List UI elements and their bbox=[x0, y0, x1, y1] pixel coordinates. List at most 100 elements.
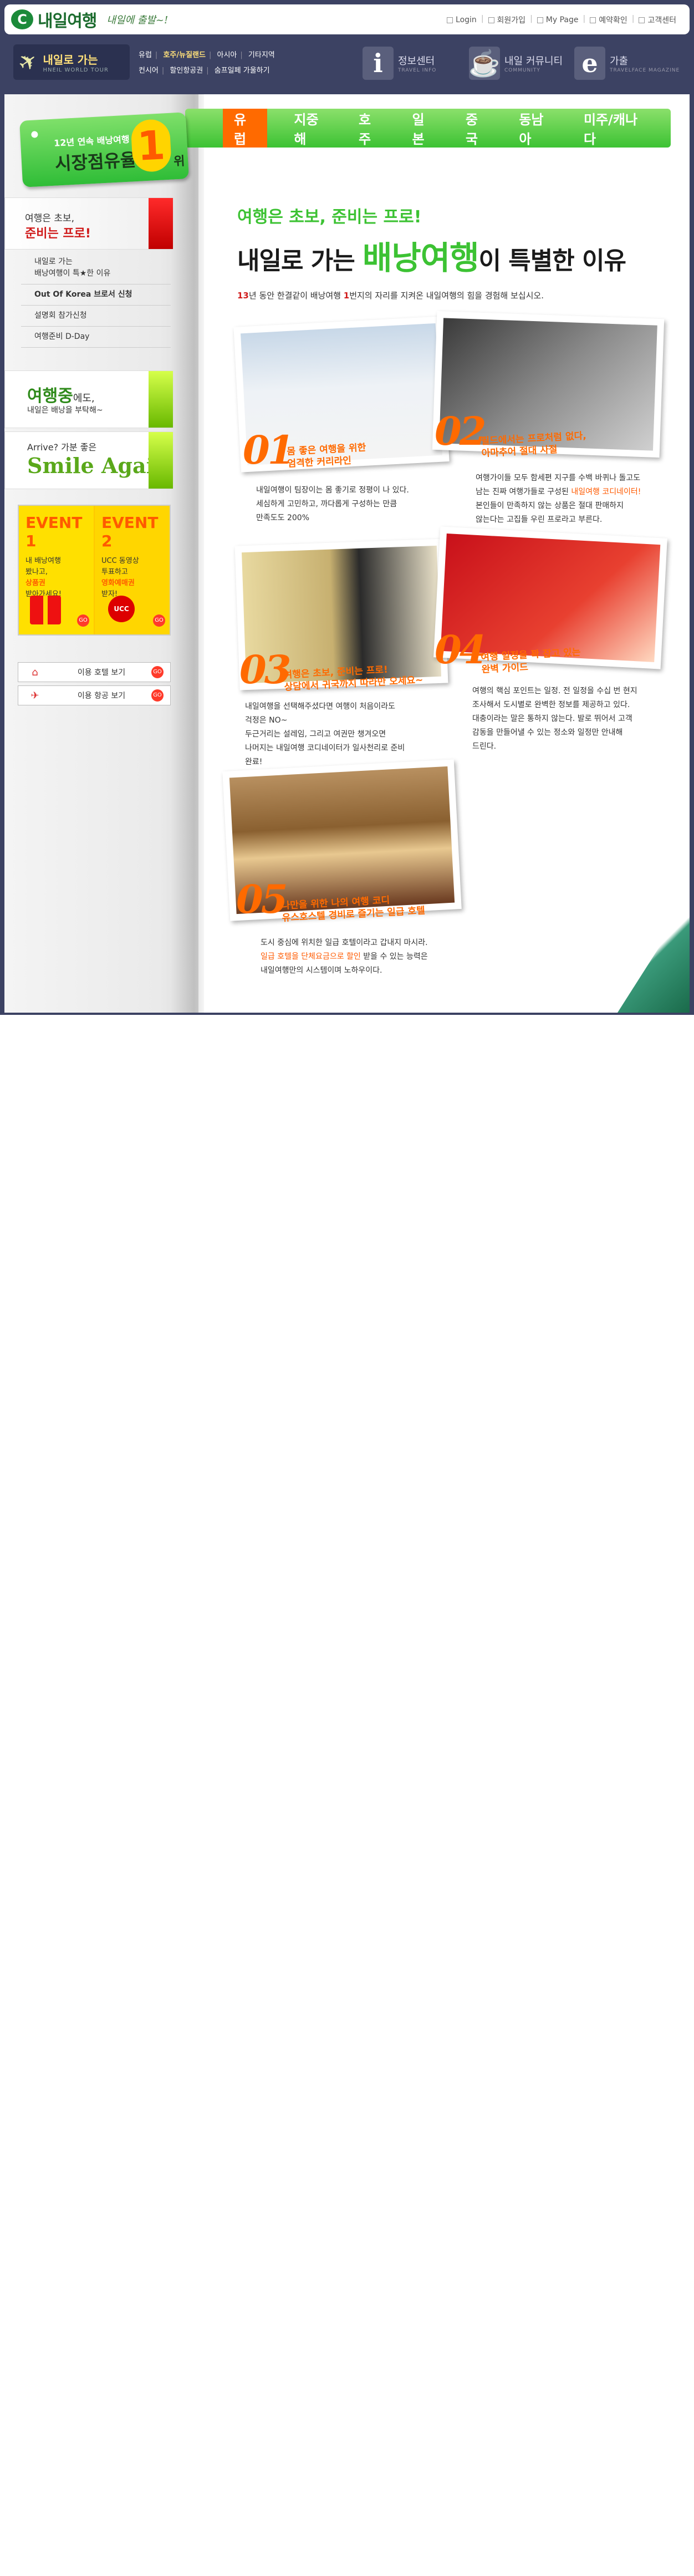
go-arrow-icon[interactable]: GO bbox=[77, 614, 89, 627]
desc-highlight: 내일여행 코디네이터! bbox=[571, 487, 641, 496]
tab-americas[interactable]: 미주/캐나다 bbox=[579, 109, 649, 148]
headline-line2-a: 내일로 가는 bbox=[237, 247, 363, 275]
promo2-line1: Arrive? 가분 좋은 bbox=[27, 442, 97, 453]
reason-01-caption: 몸 좋은 여행을 위한 엄격한 커리라인 bbox=[287, 441, 367, 470]
tour-subtitle: HNEIL WORLD TOUR bbox=[43, 67, 109, 73]
community-label: 내일 커뮤니티 bbox=[504, 55, 563, 67]
community-button[interactable]: ☕ 내일 커뮤니티 COMMUNITY bbox=[468, 45, 563, 81]
intro-years: 13 bbox=[237, 291, 249, 301]
view-hotels-label: 이용 호텔 보기 bbox=[77, 668, 126, 677]
region-australia[interactable]: 호주/뉴질랜드 bbox=[163, 51, 206, 59]
promo-traveling-banner[interactable]: 여행중에도, 내일은 배낭을 부탁해~ bbox=[4, 370, 174, 428]
event-1-body: 내 배낭여행 봤나고, 상품권 받아가세요! bbox=[25, 556, 87, 600]
tab-southeast-asia[interactable]: 동남아 bbox=[514, 109, 557, 148]
desc-line: 두근거리는 설레임, 그리고 여권만 챙겨오면 bbox=[245, 730, 386, 739]
event-1-highlight: 상품권 bbox=[25, 579, 45, 587]
blank-area bbox=[0, 1013, 694, 2576]
page-curl-decoration bbox=[618, 900, 690, 1013]
magazine-button[interactable]: e 가출 TRAVELFACE MAGAZINE bbox=[574, 45, 680, 81]
sidebar-item-label: 내일로 가는 bbox=[34, 257, 73, 266]
sidebar-item-label: 여행준비 D-Day bbox=[34, 332, 90, 341]
region-europe[interactable]: 유럽 bbox=[139, 51, 152, 59]
sidebar-item-label: 배낭여행이 특★한 이유 bbox=[34, 269, 111, 278]
sidebar-heading-b: 준비는 프로! bbox=[25, 227, 91, 241]
site-logo[interactable]: C 내일여행 내일에 출발~! bbox=[11, 9, 169, 31]
login-link[interactable]: Login bbox=[447, 14, 477, 26]
brand-name: 내일여행 bbox=[38, 12, 97, 31]
desc-line: 세심하게 고민하고, 까다롭게 구성하는 만큼 bbox=[256, 500, 397, 509]
desc-line: 받을 수 있는 능력은 bbox=[360, 952, 428, 961]
intro-rank: 1 bbox=[343, 291, 350, 301]
event-1-line: 내 배낭여행 bbox=[25, 557, 61, 565]
nav-row: ✈ 내일로 가는 HNEIL WORLD TOUR 유럽 | 호주/뉴질랜드 | 아… bbox=[0, 35, 694, 90]
promo2-accent bbox=[149, 432, 173, 489]
brand-slogan: 내일에 출발~! bbox=[106, 14, 169, 26]
reason-02-number: 02 bbox=[435, 408, 486, 454]
signup-link[interactable]: 회원가입 bbox=[488, 14, 526, 26]
ucc-badge-icon: UCC bbox=[108, 596, 135, 622]
desc-line: 감동을 만들어낼 수 있는 정소와 일정만 안내해 bbox=[472, 728, 623, 737]
region-other[interactable]: 기타지역 bbox=[248, 51, 275, 59]
view-airlines-button[interactable]: ✈ 이용 항공 보기 GO bbox=[18, 685, 171, 705]
headline-block: 여행은 초보, 준비는 프로! 내일로 가는 배낭여행이 특별한 이유 13년 … bbox=[237, 203, 626, 301]
desc-line: 본인들이 만족하지 않는 상품은 절대 판매하지 bbox=[476, 501, 624, 510]
desc-line: 도시 중심에 위치한 일급 호텔이라고 갑내지 마시라. bbox=[261, 938, 428, 947]
event-1-card[interactable]: EVENT 1 내 배낭여행 봤나고, 상품권 받아가세요! GO bbox=[19, 506, 94, 634]
link-discount-air[interactable]: 할인항공권 bbox=[170, 67, 203, 75]
desc-line: 드린다. bbox=[472, 742, 497, 751]
headline-line2: 내일로 가는 배낭여행이 특별한 이유 bbox=[237, 232, 626, 278]
tab-china[interactable]: 중국 bbox=[461, 109, 492, 148]
destination-tabs: 유럽 지중해 호주 일본 중국 동남아 미주/캐나다 bbox=[185, 109, 671, 148]
region-asia[interactable]: 아시아 bbox=[217, 51, 237, 59]
promo-title-small: 에도, bbox=[73, 393, 95, 404]
info-center-sub: TRAVEL INFO bbox=[398, 68, 437, 73]
airplane-icon: ✈ bbox=[30, 689, 39, 702]
tab-europe[interactable]: 유럽 bbox=[223, 109, 268, 148]
sidebar-item-label: 설명회 참가신청 bbox=[34, 311, 87, 320]
coffee-cup-icon: ☕ bbox=[468, 47, 501, 80]
tab-mediterranean[interactable]: 지중해 bbox=[289, 109, 332, 148]
desc-line: 조사해서 도시별로 완벽한 정보를 제공하고 있다. bbox=[472, 700, 630, 709]
go-arrow-icon[interactable]: GO bbox=[153, 614, 165, 627]
view-hotels-button[interactable]: ⌂ 이용 호텔 보기 GO bbox=[18, 662, 171, 682]
event-1-title: EVENT 1 bbox=[25, 514, 83, 550]
tab-australia[interactable]: 호주 bbox=[354, 109, 385, 148]
headline-line1: 여행은 초보, 준비는 프로! bbox=[237, 207, 422, 227]
reason-03-description: 내일여행을 선택해주셨다면 여행이 처음이라도 걱정은 NO~ 두근거리는 설레… bbox=[245, 700, 405, 769]
airplane-icon: ✈ bbox=[13, 46, 43, 78]
world-tour-box[interactable]: ✈ 내일로 가는 HNEIL WORLD TOUR bbox=[13, 44, 130, 80]
ribbon-suffix: 위 bbox=[173, 154, 186, 169]
reservation-link[interactable]: 예약확인 bbox=[590, 14, 627, 26]
reason-05-description: 도시 중심에 위치한 일급 호텔이라고 갑내지 마시라. 일급 호텔을 단체요금… bbox=[261, 936, 428, 978]
reason-01-number: 01 bbox=[243, 427, 294, 473]
mypage-link[interactable]: My Page bbox=[537, 14, 579, 26]
event-2-card[interactable]: EVENT 2 UCC 동영상 투표하고 영화예매권 받자! UCC GO bbox=[94, 506, 170, 634]
sidebar-menu: 내일로 가는 배낭여행이 특★한 이유 Out Of Korea 브로서 신청 … bbox=[21, 252, 171, 348]
event-panel: EVENT 1 내 배낭여행 봤나고, 상품권 받아가세요! GO EVENT … bbox=[18, 505, 171, 636]
support-link[interactable]: 고객센터 bbox=[639, 14, 676, 26]
event-2-body: UCC 동영상 투표하고 영화예매권 받자! bbox=[101, 556, 163, 600]
desc-line: 않는다는 고집들 우린 프로라고 부른다. bbox=[476, 515, 603, 524]
sidebar-item-reasons[interactable]: 내일로 가는 배낭여행이 특★한 이유 bbox=[21, 252, 171, 284]
reason-05-number: 05 bbox=[236, 876, 288, 922]
sidebar-item-dday[interactable]: 여행준비 D-Day bbox=[21, 327, 171, 348]
magazine-label: 가출 bbox=[610, 55, 629, 67]
tab-japan[interactable]: 일본 bbox=[407, 109, 438, 148]
reason-02-description: 여행가이들 모두 함세편 지구를 수백 바퀴나 돌고도 남는 진짜 여행가들로 … bbox=[476, 471, 641, 527]
book-spine bbox=[171, 94, 204, 1013]
desc-line: 나머지는 내일여행 코디네이터가 일사천리로 준비 bbox=[245, 744, 405, 753]
desc-line: 대충이라는 말은 통하지 않는다. 발로 뛰어서 고객 bbox=[472, 714, 632, 723]
promo-title-big: 여행중 bbox=[27, 387, 73, 406]
intro-text: 년 동안 한결같이 배낭여행 bbox=[248, 291, 344, 301]
logo-mark-icon: C bbox=[11, 9, 33, 29]
promo-smile-banner[interactable]: Arrive? 가분 좋은 Smile Again bbox=[4, 431, 174, 489]
info-center-button[interactable]: i 정보센터 TRAVEL INFO bbox=[363, 45, 436, 81]
link-concierge[interactable]: 컨시어 bbox=[139, 67, 159, 75]
link-special[interactable]: 숨프일페 가울하기 bbox=[215, 67, 270, 75]
sidebar-heading-a: 여행은 초보, bbox=[25, 213, 75, 224]
region-links: 유럽 | 호주/뉴질랜드 | 아시아 | 기타지역 컨시어 | 할인항공권 | 숨프일페 … bbox=[139, 51, 275, 75]
sidebar-item-seminar[interactable]: 설명회 참가신청 bbox=[21, 306, 171, 327]
sidebar-item-brochure[interactable]: Out Of Korea 브로서 신청 bbox=[21, 284, 171, 306]
event-2-line: 받자! bbox=[101, 590, 118, 598]
event-1-line: 봤나고, bbox=[25, 568, 48, 576]
